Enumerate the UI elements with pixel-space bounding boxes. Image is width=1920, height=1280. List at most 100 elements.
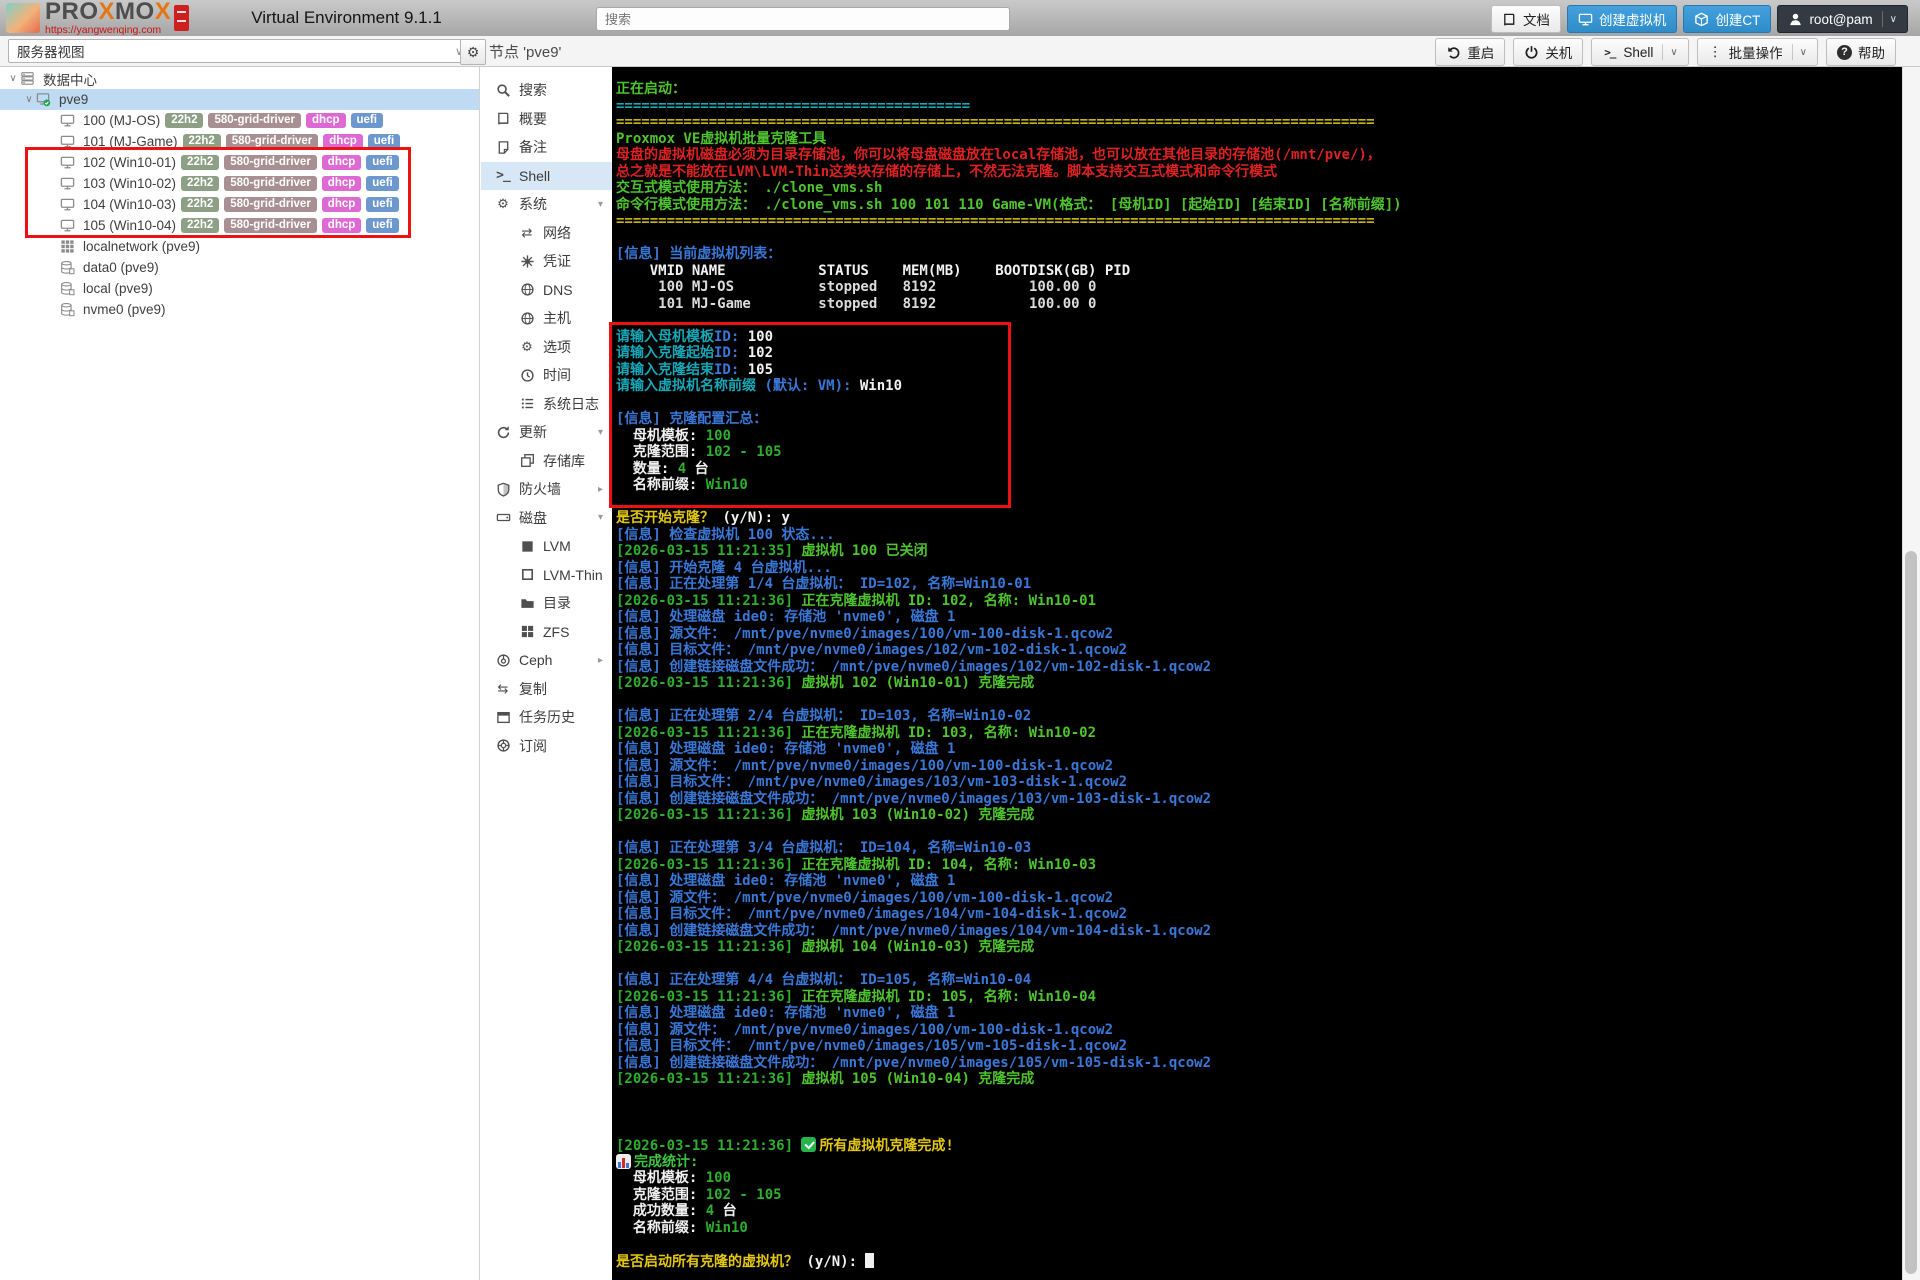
- node-button-power[interactable]: 关机: [1513, 38, 1584, 66]
- node-button-terminal[interactable]: >_ Shell ∨: [1591, 38, 1689, 66]
- header-button-book[interactable]: 文档: [1490, 5, 1561, 33]
- menu-item-任务历史[interactable]: 任务历史: [481, 703, 612, 732]
- user-menu-button[interactable]: root@pam ∨: [1777, 5, 1908, 33]
- proxmox-logo[interactable]: PROXMOX https://yangwenqing.com: [6, 0, 190, 36]
- terminal-text: [信息] 正在处理第 1/4 台虚拟机： ID=102, 名称=Win10-01: [616, 576, 1032, 592]
- menu-item-搜索[interactable]: 搜索: [481, 76, 612, 105]
- terminal-line: [信息] 源文件： /mnt/pve/nvme0/images/100/vm-1…: [616, 1022, 1902, 1039]
- menu-item-系统[interactable]: ⚙ 系统 ▾: [481, 190, 612, 219]
- terminal-text: [2026-03-15 11:21:36]: [616, 1138, 802, 1154]
- search-input[interactable]: [597, 11, 1009, 27]
- terminal-line: [2026-03-15 11:21:36] 所有虚拟机克隆完成!: [616, 1137, 1902, 1154]
- terminal-line: [信息] 源文件： /mnt/pve/nvme0/images/100/vm-1…: [616, 890, 1902, 907]
- terminal-text: [信息] 处理磁盘 ide0: 存储池 'nvme0', 磁盘 1: [616, 609, 956, 625]
- tree-item-label: pve9: [59, 92, 89, 107]
- header-button-cube[interactable]: 创建CT: [1683, 5, 1772, 33]
- menu-item-复制[interactable]: ⇆ 复制: [481, 675, 612, 704]
- button-label: 文档: [1522, 13, 1550, 28]
- terminal-text: ID:: [714, 361, 748, 378]
- menu-item-系统日志[interactable]: 系统日志: [481, 390, 612, 419]
- menu-item-订阅[interactable]: 订阅: [481, 732, 612, 761]
- terminal-line: 正在启动：: [616, 81, 1902, 98]
- tree-item-102-win10-01-[interactable]: 102 (Win10-01) 22h2 580-grid-driver dhcp uef…: [0, 152, 479, 173]
- shell-terminal[interactable]: 正在启动： ===================================…: [612, 67, 1902, 1280]
- menu-item-防火墙[interactable]: 防火墙 ▸: [481, 475, 612, 504]
- tree-item-label: 100 (MJ-OS): [83, 113, 161, 128]
- refresh-icon: [494, 425, 512, 440]
- menu-item-凭证[interactable]: 凭证: [481, 247, 612, 276]
- menu-item-zfs[interactable]: ZFS: [481, 618, 612, 647]
- terminal-text: [信息] 正在处理第 2/4 台虚拟机： ID=103, 名称=Win10-02: [616, 708, 1032, 724]
- terminal-text: [信息] 创建链接磁盘文件成功： /mnt/pve/nvme0/images/1…: [616, 658, 1212, 675]
- terminal-line: 数量: 4 台: [616, 461, 1902, 478]
- terminal-line: [2026-03-15 11:21:36] 正在克隆虚拟机 ID: 102, 名…: [616, 593, 1902, 610]
- menu-item-主机[interactable]: 主机: [481, 304, 612, 333]
- panel-title: 节点 'pve9': [489, 43, 562, 61]
- menu-item-选项[interactable]: ⚙ 选项: [481, 333, 612, 362]
- terminal-line: Proxmox VE虚拟机批量克隆工具: [616, 131, 1902, 148]
- tree-item-localnetwork-pve9-[interactable]: localnetwork (pve9): [0, 236, 479, 257]
- chevron-right-icon[interactable]: ▸: [598, 655, 603, 666]
- terminal-text: 请输入虚拟机名称前缀: [616, 378, 765, 394]
- tree-item-101-mj-game-[interactable]: 101 (MJ-Game) 22h2 580-grid-driver dhcp uefi: [0, 131, 479, 152]
- book-icon: [494, 111, 512, 126]
- menu-item-shell[interactable]: >_ Shell: [481, 161, 612, 190]
- tree-settings-button[interactable]: ⚙: [460, 39, 486, 65]
- chevron-down-icon[interactable]: ▾: [598, 199, 603, 210]
- terminal-line: [2026-03-15 11:21:36] 正在克隆虚拟机 ID: 103, 名…: [616, 725, 1902, 742]
- menu-item-label: 选项: [543, 338, 571, 355]
- zfs-icon: [518, 624, 536, 639]
- tree-item-nvme0-pve9-[interactable]: nvme0 (pve9): [0, 299, 479, 320]
- menu-item-存储库[interactable]: 存储库: [481, 447, 612, 476]
- menu-item-概要[interactable]: 概要: [481, 105, 612, 134]
- menu-item-磁盘[interactable]: 磁盘 ▾: [481, 504, 612, 533]
- menu-item-ceph[interactable]: Ceph ▸: [481, 646, 612, 675]
- expander-chevron-icon[interactable]: ∨: [22, 94, 36, 105]
- tree-item-local-pve9-[interactable]: local (pve9): [0, 278, 479, 299]
- button-label: 批量操作: [1728, 46, 1783, 61]
- menu-item-lvm-thin[interactable]: LVM-Thin: [481, 561, 612, 590]
- tree-item-105-win10-04-[interactable]: 105 (Win10-04) 22h2 580-grid-driver dhcp uef…: [0, 215, 479, 236]
- tree-item--[interactable]: ∨ 数据中心: [0, 68, 479, 89]
- terminal-line: [2026-03-15 11:21:36] 虚拟机 105 (Win10-04)…: [616, 1071, 1902, 1088]
- chevron-right-icon[interactable]: ▸: [598, 484, 603, 495]
- node-button-ellipsis[interactable]: ⋮ 批量操作 ∨: [1696, 38, 1818, 66]
- tree-item-data0-pve9-[interactable]: data0 (pve9): [0, 257, 479, 278]
- menu-item-时间[interactable]: 时间: [481, 361, 612, 390]
- terminal-text: [信息] 创建链接磁盘文件成功： /mnt/pve/nvme0/images/1…: [616, 922, 1212, 939]
- menu-item-网络[interactable]: ⇄ 网络: [481, 219, 612, 248]
- terminal-text: ID:: [714, 345, 748, 361]
- menu-item-目录[interactable]: 目录: [481, 589, 612, 618]
- view-selector[interactable]: 服务器视图 ∨: [8, 39, 472, 63]
- chevron-down-icon[interactable]: ▾: [598, 427, 603, 438]
- tree-item-100-mj-os-[interactable]: 100 (MJ-OS) 22h2 580-grid-driver dhcp uefi: [0, 110, 479, 131]
- search-icon: [494, 83, 512, 98]
- node-button-undo[interactable]: 重启: [1435, 38, 1506, 66]
- terminal-text: 虚拟机 100 已关闭: [793, 543, 928, 559]
- expander-chevron-icon[interactable]: ∨: [6, 73, 20, 84]
- cube-icon: [1694, 12, 1709, 27]
- tree-item-pve9[interactable]: ∨ pve9: [0, 89, 479, 110]
- gear-icon: ⚙: [466, 43, 480, 60]
- menu-item-label: 搜索: [519, 82, 547, 99]
- gears-icon: ⚙: [497, 196, 509, 212]
- menu-item-lvm[interactable]: LVM: [481, 532, 612, 561]
- menu-item-更新[interactable]: 更新 ▾: [481, 418, 612, 447]
- terminal-line: [信息] 目标文件： /mnt/pve/nvme0/images/104/vm-…: [616, 906, 1902, 923]
- folder-icon: [518, 596, 536, 611]
- menu-item-dns[interactable]: DNS: [481, 276, 612, 305]
- chevron-down-icon[interactable]: ▾: [598, 512, 603, 523]
- terminal-line: [2026-03-15 11:21:36] 虚拟机 102 (Win10-01)…: [616, 675, 1902, 692]
- header-actions: 文档 创建虚拟机 创建CT root@pam ∨: [1490, 5, 1908, 33]
- button-label: Shell: [1623, 44, 1654, 60]
- terminal-line: [信息] 处理磁盘 ide0: 存储池 'nvme0', 磁盘 1: [616, 609, 1902, 626]
- menu-item-label: DNS: [543, 281, 573, 298]
- secondary-bar: 服务器视图 ∨ ⚙ 节点 'pve9' 重启 关机 >_ Shell ∨ ⋮ 批量操作 ∨ ? 帮…: [0, 36, 1920, 67]
- menu-item-备注[interactable]: 备注: [481, 133, 612, 162]
- tree-item-104-win10-03-[interactable]: 104 (Win10-03) 22h2 580-grid-driver dhcp uef…: [0, 194, 479, 215]
- tree-item-103-win10-02-[interactable]: 103 (Win10-02) 22h2 580-grid-driver dhcp uef…: [0, 173, 479, 194]
- scrollbar-thumb[interactable]: [1905, 551, 1917, 1274]
- header-button-monitor[interactable]: 创建虚拟机: [1566, 5, 1678, 33]
- node-button-help[interactable]: ? 帮助: [1826, 38, 1896, 66]
- button-label: 创建虚拟机: [1598, 13, 1667, 28]
